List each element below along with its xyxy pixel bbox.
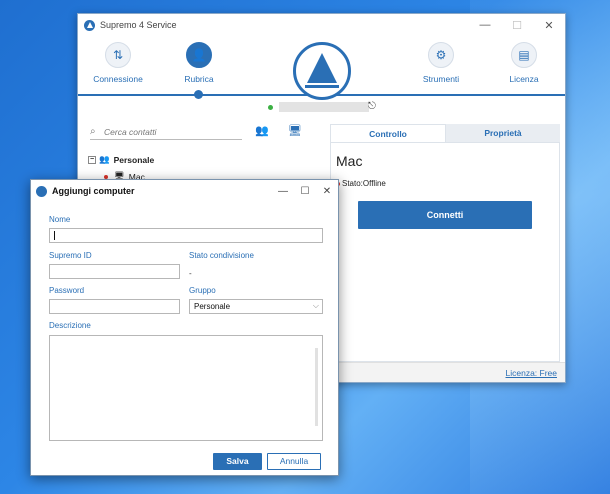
window-title: Supremo 4 Service xyxy=(100,20,177,30)
share-status-value: - xyxy=(189,269,192,278)
text-caret xyxy=(54,231,55,240)
document-icon: ▤ xyxy=(511,42,537,68)
close-button[interactable]: ✕ xyxy=(533,19,565,32)
dialog-title: Aggiungi computer xyxy=(52,186,135,196)
connect-button[interactable]: Connetti xyxy=(358,201,532,229)
contact-tree: − 👥 Personale 🖥 Mac xyxy=(88,154,154,182)
supremo-logo-icon xyxy=(84,19,95,31)
group-select[interactable]: Personale ⌵ xyxy=(189,299,323,314)
dialog-minimize-button[interactable]: — xyxy=(272,186,294,197)
dialog-titlebar: Aggiungi computer — ☐ ✕ xyxy=(31,180,338,202)
search-input[interactable]: Cerca contatti xyxy=(104,127,156,137)
maximize-button[interactable]: ☐ xyxy=(501,19,533,32)
status-line: Stato:Offline xyxy=(336,179,386,188)
tree-group-label: Personale xyxy=(113,154,155,165)
license-link[interactable]: Licenza: Free xyxy=(506,368,558,378)
cancel-button[interactable]: Annulla xyxy=(267,453,321,470)
logout-icon[interactable]: ⎋ xyxy=(368,101,376,112)
name-field[interactable] xyxy=(49,228,323,243)
tab-proprieta[interactable]: Proprietà xyxy=(446,124,560,142)
description-textarea[interactable] xyxy=(49,335,323,441)
nav-label: Connessione xyxy=(93,74,143,84)
redacted-id xyxy=(279,102,369,112)
share-status-label: Stato condivisione xyxy=(189,251,254,260)
nav-strumenti[interactable]: ⚙ Strumenti xyxy=(406,42,476,84)
transfer-arrows-icon: ⇅ xyxy=(105,42,131,68)
offline-status-dot xyxy=(104,174,108,179)
detail-panel: Mac Stato:Offline Connetti xyxy=(330,142,560,362)
nav-label: Licenza xyxy=(509,74,539,84)
textarea-scrollbar[interactable] xyxy=(315,348,318,426)
supremo-big-logo-icon xyxy=(293,42,351,100)
supremo-id-label: Supremo ID xyxy=(49,251,92,260)
main-titlebar: Supremo 4 Service — ☐ ✕ xyxy=(78,14,565,36)
group-label: Gruppo xyxy=(189,286,216,295)
password-label: Password xyxy=(49,286,85,295)
add-computer-dialog: Aggiungi computer — ☐ ✕ Nome Supremo ID … xyxy=(30,179,339,476)
search-icon: ⌕ xyxy=(90,126,96,137)
tab-controllo[interactable]: Controllo xyxy=(330,124,446,142)
minimize-button[interactable]: — xyxy=(469,19,501,31)
nav-licenza[interactable]: ▤ Licenza xyxy=(489,42,559,84)
dialog-close-button[interactable]: ✕ xyxy=(316,186,338,197)
description-label: Descrizione xyxy=(49,321,91,330)
selected-computer-name: Mac xyxy=(336,153,363,169)
supremo-logo-icon xyxy=(36,185,47,197)
nav-rubrica[interactable]: 👤 Rubrica xyxy=(164,42,234,84)
person-icon: 👤 xyxy=(186,42,212,68)
save-button[interactable]: Salva xyxy=(213,453,262,470)
add-computer-icon[interactable]: 🖥 xyxy=(288,124,302,137)
status-text: Stato:Offline xyxy=(342,179,386,188)
dialog-maximize-button[interactable]: ☐ xyxy=(294,186,316,197)
nav-connessione[interactable]: ⇅ Connessione xyxy=(83,42,153,84)
detail-tabs: Controllo Proprietà xyxy=(330,124,560,142)
active-nav-indicator xyxy=(194,90,203,99)
online-status-dot xyxy=(268,104,273,110)
password-field[interactable] xyxy=(49,299,180,314)
gear-icon: ⚙ xyxy=(428,42,454,68)
group-icon: 👥 xyxy=(99,154,110,164)
nav-label: Strumenti xyxy=(422,74,460,84)
group-selected-value: Personale xyxy=(194,302,231,311)
supremo-id-field[interactable] xyxy=(49,264,180,279)
name-label: Nome xyxy=(49,215,71,224)
chevron-down-icon: ⌵ xyxy=(312,301,319,310)
nav-label: Rubrica xyxy=(184,74,214,84)
tree-group-personale[interactable]: − 👥 Personale xyxy=(88,154,154,165)
contact-search[interactable]: ⌕ Cerca contatti xyxy=(90,124,242,140)
collapse-icon[interactable]: − xyxy=(88,155,96,164)
add-contact-icon[interactable]: 👥 xyxy=(255,124,269,137)
